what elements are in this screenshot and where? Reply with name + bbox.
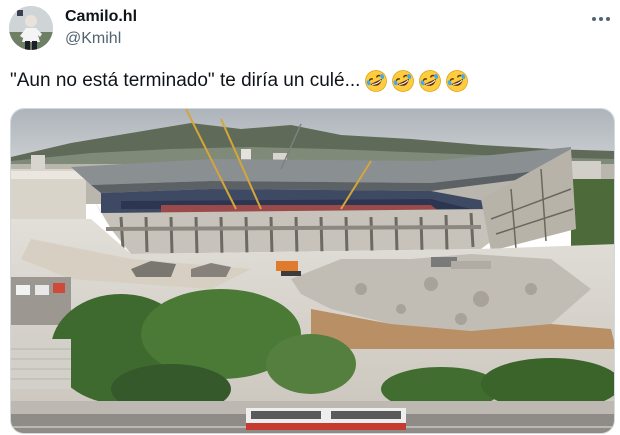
rolling-on-floor-laughing-icon — [365, 70, 388, 92]
more-options-button[interactable] — [590, 8, 612, 30]
tweet-card[interactable]: Camilo.hl @Kmihl "Aun no está terminado"… — [0, 0, 620, 435]
avatar-photo-icon — [9, 6, 53, 50]
rolling-on-floor-laughing-icon — [419, 70, 442, 92]
more-horizontal-icon — [592, 17, 596, 21]
tweet-text-row: "Aun no está terminado" te diría un culé… — [10, 68, 472, 94]
rolling-on-floor-laughing-icon — [392, 70, 415, 92]
author-name[interactable]: Camilo.hl — [65, 8, 137, 26]
tweet-media-photo[interactable] — [10, 108, 615, 434]
author-avatar[interactable] — [9, 6, 53, 50]
tweet-text: "Aun no está terminado" te diría un culé… — [10, 70, 361, 91]
author-handle[interactable]: @Kmihl — [65, 30, 121, 48]
stadium-under-construction-photo-icon — [11, 109, 614, 433]
rolling-on-floor-laughing-icon — [446, 70, 469, 92]
emoji-group — [364, 69, 472, 93]
